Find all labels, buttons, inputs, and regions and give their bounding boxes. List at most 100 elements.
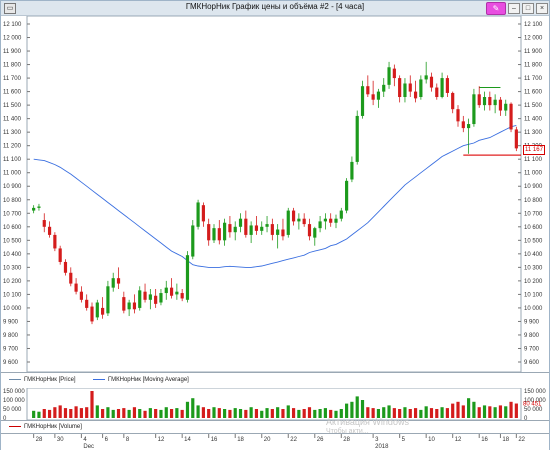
volume-bar <box>477 407 481 418</box>
candle-body <box>488 97 492 106</box>
left-tick-label: 11 400 <box>3 117 22 123</box>
volume-bar <box>456 401 460 418</box>
candle-body <box>191 225 195 257</box>
candle-body <box>276 229 280 235</box>
candle-body <box>233 226 237 233</box>
candle-body <box>101 307 105 315</box>
date-tick-label: 28 <box>36 437 43 443</box>
price-chart[interactable]: 12 100 12 100 12 000 12 000 11 900 11 900 11 8… <box>1 16 549 372</box>
candle-body <box>371 94 375 100</box>
left-tick-label: 12 100 <box>3 22 22 28</box>
candle-body <box>482 97 487 106</box>
candle-body <box>334 218 338 223</box>
close-icon[interactable]: × <box>536 3 548 14</box>
volume-bar <box>424 406 428 418</box>
volume-bar <box>244 409 248 418</box>
right-tick-label: 10 800 <box>524 198 543 204</box>
volume-legend-bar: ГМКНорНик [Volume] <box>1 420 549 434</box>
candle-body <box>228 224 232 233</box>
volume-bar <box>408 409 412 418</box>
candle-body <box>382 84 386 92</box>
candle-body <box>249 225 253 235</box>
candle-body <box>398 78 402 98</box>
candle-body <box>297 218 301 222</box>
pin-icon[interactable]: ✎ <box>486 2 506 15</box>
volume-bar <box>286 405 290 418</box>
left-tick-label: 9 800 <box>3 333 19 339</box>
left-tick-label: 10 500 <box>3 238 22 244</box>
right-tick-label: 12 100 <box>524 22 543 28</box>
volume-bar <box>445 408 449 418</box>
volume-bar <box>509 401 513 418</box>
window-title: ГМКНорНик График цены и объёма #2 - [4 ч… <box>185 2 365 11</box>
volume-bar <box>482 405 487 418</box>
chart-window: ▭ ГМКНорНик График цены и объёма #2 - [4… <box>0 0 550 450</box>
candle-body <box>281 229 285 237</box>
date-tick-label: 28 <box>343 437 350 443</box>
volume-bar <box>207 409 211 418</box>
volume-bar <box>270 409 274 418</box>
date-tick-label: 26 <box>317 437 324 443</box>
volume-bar <box>461 405 465 418</box>
date-tick-label: 3 <box>375 437 379 443</box>
right-tick-label: 10 400 <box>524 252 543 258</box>
volume-bar <box>101 409 105 418</box>
volume-legend-item: ГМКНорНик [Volume] <box>9 424 82 430</box>
date-tick-label: 16 <box>481 437 488 443</box>
month-label: Dec <box>83 444 94 450</box>
volume-bar <box>164 407 168 418</box>
maximize-icon[interactable]: □ <box>522 3 534 14</box>
volume-bar <box>53 407 57 418</box>
candle-body <box>42 220 46 227</box>
left-tick-label: 11 100 <box>3 157 22 163</box>
volume-bar <box>228 409 232 418</box>
candle-body <box>164 287 168 294</box>
volume-bar <box>291 408 296 418</box>
volume-bar <box>281 409 285 418</box>
title-bar[interactable]: ▭ ГМКНорНик График цены и объёма #2 - [4… <box>1 1 549 16</box>
date-tick-label: 4 <box>83 437 87 443</box>
volume-bar <box>498 405 503 418</box>
volume-bar <box>132 407 137 418</box>
right-tick-label: 9 600 <box>524 360 540 366</box>
volume-bar <box>233 408 237 418</box>
candle-body <box>419 79 423 98</box>
volume-bar <box>138 409 142 418</box>
candle-body <box>456 109 460 122</box>
volume-pane[interactable]: 150 000 150 000 100 000 100 000 50 000 50 000… <box>1 388 549 420</box>
volume-bar <box>159 409 163 418</box>
candle-body <box>318 221 322 229</box>
volume-bar <box>345 403 349 418</box>
volume-bar <box>297 409 301 418</box>
candle-body <box>106 286 110 314</box>
candle-body <box>47 226 52 235</box>
left-tick-label: 10 000 <box>3 306 22 312</box>
minimize-icon[interactable]: – <box>508 3 520 14</box>
volume-bar <box>32 410 36 418</box>
volume-bar <box>90 391 94 418</box>
candle-body <box>355 115 359 162</box>
right-tick-label: 9 700 <box>524 346 540 352</box>
volume-bar <box>180 409 184 418</box>
right-tick-label: 10 700 <box>524 211 543 217</box>
volume-bar <box>429 408 434 418</box>
right-tick-label: 11 000 <box>524 171 543 177</box>
volume-bar <box>127 409 131 418</box>
candle-body <box>435 87 439 98</box>
candle-body <box>413 91 418 99</box>
volume-bar <box>488 406 492 418</box>
candle-body <box>360 86 365 116</box>
date-tick-label: 5 <box>402 437 406 443</box>
candle-body <box>286 210 290 235</box>
candle-body <box>132 302 137 310</box>
price-pane[interactable]: 12 100 12 100 12 000 12 000 11 900 11 900 11 8… <box>1 16 549 372</box>
left-tick-label: 11 800 <box>3 63 22 69</box>
volume-chart[interactable]: 150 000 150 000100 000 100 00050 000 50 000… <box>1 388 549 420</box>
volume-bar <box>238 409 243 418</box>
candle-body <box>79 291 83 300</box>
volume-bar <box>419 409 423 418</box>
volume-legend-label: ГМКНорНик [Volume] <box>24 424 82 430</box>
volume-bar <box>47 409 52 418</box>
candle-body <box>175 291 179 295</box>
candle-body <box>291 210 296 222</box>
